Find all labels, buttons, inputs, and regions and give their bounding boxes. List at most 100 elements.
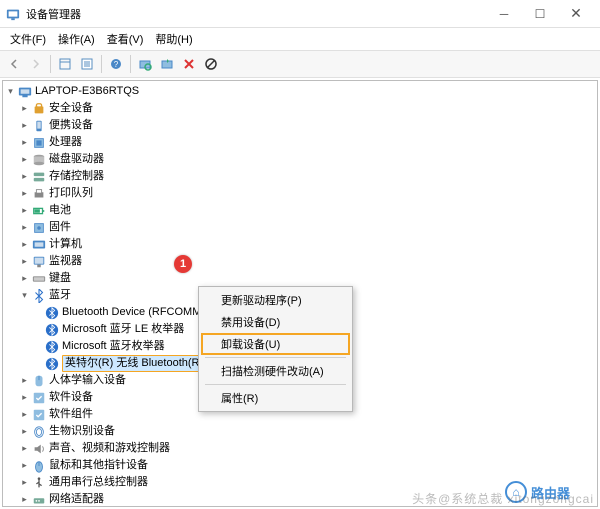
expand-icon[interactable]: ▸ xyxy=(19,409,30,420)
category-node[interactable]: ▸安全设备 xyxy=(3,100,597,117)
expand-icon[interactable]: ▸ xyxy=(19,460,30,471)
expand-icon[interactable]: ▸ xyxy=(19,375,30,386)
expand-icon[interactable]: ▸ xyxy=(19,426,30,437)
client-area: ▾ LAPTOP-E3B6RTQS ▸安全设备▸便携设备▸处理器▸磁盘驱动器▸存… xyxy=(0,78,600,509)
computer-icon xyxy=(18,85,32,99)
category-label: 键盘 xyxy=(49,270,71,287)
expand-icon[interactable]: ▸ xyxy=(19,188,30,199)
category-label: 生物识别设备 xyxy=(49,423,115,440)
menu-view[interactable]: 查看(V) xyxy=(103,29,148,49)
menu-properties[interactable]: 属性(R) xyxy=(201,387,350,409)
battery-icon xyxy=(32,204,46,218)
menu-disable-device[interactable]: 禁用设备(D) xyxy=(201,311,350,333)
category-node[interactable]: ▸ 便携设备 xyxy=(3,117,597,134)
menu-uninstall-device[interactable]: 卸载设备(U) xyxy=(201,333,350,355)
category-node[interactable]: ▸ 电池 xyxy=(3,202,597,219)
category-label: 固件 xyxy=(49,219,71,236)
category-node[interactable]: ▸ 鼠标和其他指针设备 xyxy=(3,457,597,474)
category-label: 便携设备 xyxy=(49,117,93,134)
menu-file[interactable]: 文件(F) xyxy=(6,29,50,49)
menu-update-driver[interactable]: 更新驱动程序(P) xyxy=(201,289,350,311)
uninstall-device-button[interactable] xyxy=(179,54,199,74)
audio-icon xyxy=(32,442,46,456)
category-node[interactable]: ▸ 存储控制器 xyxy=(3,168,597,185)
expand-icon[interactable]: ▸ xyxy=(19,443,30,454)
app-icon xyxy=(6,7,20,21)
minimize-button[interactable]: ─ xyxy=(486,0,522,28)
root-node[interactable]: ▾ LAPTOP-E3B6RTQS xyxy=(3,83,597,100)
category-node[interactable]: ▸ 固件 xyxy=(3,219,597,236)
expand-icon[interactable]: ▸ xyxy=(19,154,30,165)
category-label: 鼠标和其他指针设备 xyxy=(49,457,148,474)
back-button[interactable] xyxy=(4,54,24,74)
scan-hardware-button[interactable] xyxy=(135,54,155,74)
category-label: 磁盘驱动器 xyxy=(49,151,104,168)
expand-icon[interactable]: ▸ xyxy=(19,103,30,114)
expand-icon[interactable]: ▸ xyxy=(19,477,30,488)
category-label: 存储控制器 xyxy=(49,168,104,185)
bluetooth-device-icon xyxy=(45,323,59,337)
show-hide-tree-button[interactable] xyxy=(55,54,75,74)
sw-icon xyxy=(32,408,46,422)
category-label: 电池 xyxy=(49,202,71,219)
properties-button[interactable] xyxy=(77,54,97,74)
monitor-icon xyxy=(32,255,46,269)
update-driver-button[interactable] xyxy=(157,54,177,74)
bluetooth-device-icon xyxy=(45,306,59,320)
menu-scan-hardware[interactable]: 扫描检测硬件改动(A) xyxy=(201,360,350,382)
category-label: 蓝牙 xyxy=(49,287,71,304)
help-button[interactable]: ? xyxy=(106,54,126,74)
category-label: 监视器 xyxy=(49,253,82,270)
category-node[interactable]: ▸ 处理器 xyxy=(3,134,597,151)
toolbar: ? xyxy=(0,50,600,78)
disk-icon xyxy=(32,153,46,167)
disable-device-button[interactable] xyxy=(201,54,221,74)
category-node[interactable]: ▸ 生物识别设备 xyxy=(3,423,597,440)
storage-icon xyxy=(32,170,46,184)
category-label: 计算机 xyxy=(49,236,82,253)
category-node[interactable]: ▸ 监视器 xyxy=(3,253,597,270)
expand-icon[interactable]: ▸ xyxy=(19,256,30,267)
forward-button[interactable] xyxy=(26,54,46,74)
device-label: Microsoft 蓝牙 LE 枚举器 xyxy=(62,321,184,338)
expand-icon[interactable]: ▸ xyxy=(19,137,30,148)
category-node[interactable]: ▸ 计算机 xyxy=(3,236,597,253)
cpu-icon xyxy=(32,136,46,150)
expand-icon[interactable]: ▸ xyxy=(19,239,30,250)
category-node[interactable]: ▸ 磁盘驱动器 xyxy=(3,151,597,168)
bluetooth-icon xyxy=(32,289,46,303)
category-node[interactable]: ▸打印队列 xyxy=(3,185,597,202)
annotation-1: 1 xyxy=(174,255,192,273)
category-label: 人体学输入设备 xyxy=(49,372,126,389)
collapse-icon[interactable]: ▾ xyxy=(5,86,16,97)
category-label: 声音、视频和游戏控制器 xyxy=(49,440,170,457)
expand-icon[interactable]: ▸ xyxy=(19,205,30,216)
menu-help[interactable]: 帮助(H) xyxy=(151,29,196,49)
expand-icon[interactable]: ▸ xyxy=(19,392,30,403)
menu-action[interactable]: 操作(A) xyxy=(54,29,99,49)
usb-icon xyxy=(32,476,46,490)
firmware-icon xyxy=(32,221,46,235)
bluetooth-device-icon xyxy=(45,357,59,371)
category-node[interactable]: ▸ 声音、视频和游戏控制器 xyxy=(3,440,597,457)
category-node[interactable]: ▸ 键盘 xyxy=(3,270,597,287)
menu-separator xyxy=(205,357,346,358)
hid-icon xyxy=(32,374,46,388)
window-title: 设备管理器 xyxy=(26,6,486,22)
computer-icon xyxy=(32,238,46,252)
expand-icon[interactable]: ▸ xyxy=(19,120,30,131)
close-button[interactable]: ✕ xyxy=(558,0,594,28)
context-menu: 更新驱动程序(P) 禁用设备(D) 卸载设备(U) 扫描检测硬件改动(A) 属性… xyxy=(198,286,353,412)
expand-icon[interactable]: ▸ xyxy=(19,494,30,505)
category-label: 软件组件 xyxy=(49,406,93,423)
category-label: 软件设备 xyxy=(49,389,93,406)
category-label: 处理器 xyxy=(49,134,82,151)
watermark-site: 头条@系统总裁 xitongzongcai xyxy=(412,490,594,507)
root-label: LAPTOP-E3B6RTQS xyxy=(35,83,139,100)
expand-icon[interactable]: ▸ xyxy=(19,222,30,233)
collapse-icon[interactable]: ▾ xyxy=(19,290,30,301)
expand-icon[interactable]: ▸ xyxy=(19,171,30,182)
maximize-button[interactable]: ☐ xyxy=(522,0,558,28)
category-label: 网络适配器 xyxy=(49,491,104,507)
expand-icon[interactable]: ▸ xyxy=(19,273,30,284)
